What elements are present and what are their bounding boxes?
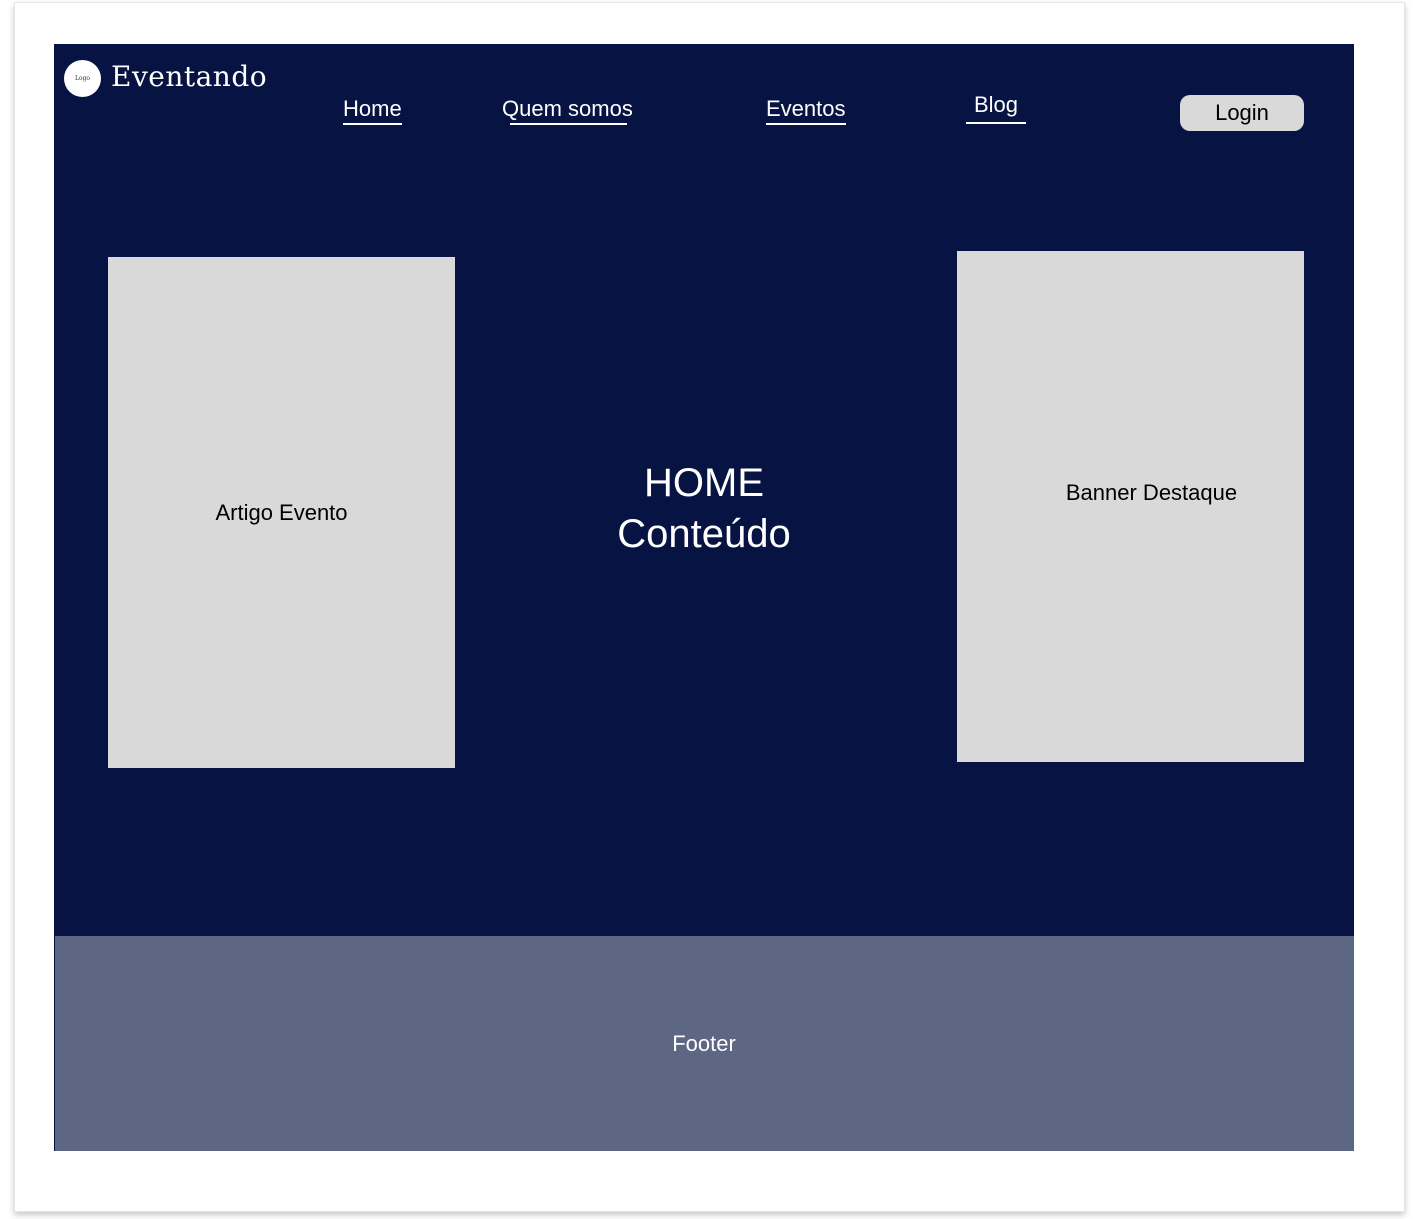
nav-link-blog-label: Blog: [974, 92, 1019, 117]
nav-link-eventos-label: Eventos: [766, 96, 846, 121]
nav-link-quem-somos-label: Quem somos: [502, 96, 633, 121]
hero-content: HOME Conteúdo: [504, 458, 904, 560]
nav-link-eventos[interactable]: Eventos: [766, 96, 846, 125]
nav-underline: [966, 122, 1027, 124]
footer: Footer: [54, 936, 1354, 1151]
nav-underline: [343, 123, 402, 125]
wireframe-frame: Logo Eventando Home Quem somos Eventos B…: [54, 44, 1354, 1151]
nav-underline: [510, 123, 627, 125]
nav-link-quem-somos[interactable]: Quem somos: [502, 96, 633, 125]
main-section: Logo Eventando Home Quem somos Eventos B…: [54, 44, 1354, 936]
article-event-label: Artigo Evento: [215, 499, 348, 525]
logo-text: Logo: [74, 75, 91, 82]
nav-underline: [766, 123, 846, 125]
featured-banner-label: Banner Destaque: [1065, 479, 1238, 505]
nav-link-blog[interactable]: Blog: [966, 92, 1027, 124]
footer-edge-line: [54, 936, 55, 1151]
login-button-label: Login: [1215, 100, 1269, 125]
footer-label: Footer: [672, 1030, 736, 1056]
nav-link-home[interactable]: Home: [343, 96, 402, 125]
nav-link-home-label: Home: [343, 96, 402, 121]
logo[interactable]: Logo: [64, 60, 101, 97]
hero-title: HOME: [644, 461, 764, 505]
hero-subtitle: Conteúdo: [617, 512, 791, 556]
featured-banner-card[interactable]: Banner Destaque: [957, 251, 1304, 762]
article-event-card[interactable]: Artigo Evento: [108, 257, 455, 768]
brand-name: Eventando: [111, 60, 268, 93]
login-button[interactable]: Login: [1180, 95, 1304, 131]
